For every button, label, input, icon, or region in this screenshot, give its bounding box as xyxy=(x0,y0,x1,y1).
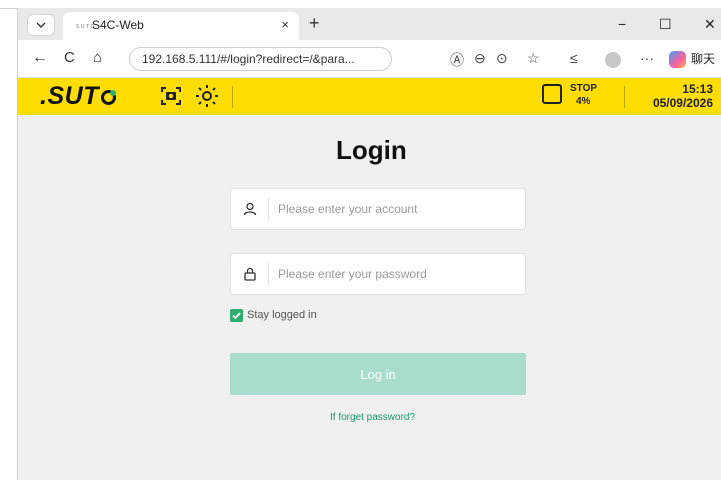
account-input[interactable] xyxy=(278,189,518,229)
header-divider xyxy=(624,86,625,108)
browser-tab-strip: ＳＵＴＯ S4C-Web × + − ☐ ✕ xyxy=(18,8,721,40)
favorites-list-icon[interactable]: ≤ xyxy=(570,50,578,66)
browser-address-bar: ← C ⌂ 192.168.5.111/#/login?redirect=/&p… xyxy=(18,40,721,78)
chevron-down-icon xyxy=(36,22,46,28)
back-button[interactable]: ← xyxy=(32,49,48,67)
password-field xyxy=(230,253,526,295)
user-icon xyxy=(231,189,268,229)
new-tab-button[interactable]: + xyxy=(309,13,320,34)
clock: 15:13 05/09/2026 xyxy=(653,82,713,110)
remember-label[interactable]: Stay logged in xyxy=(247,309,317,321)
account-field xyxy=(230,188,526,230)
app-header: .SUT STOP 4% 15:13 05/09/2026 xyxy=(18,78,721,115)
minimize-button[interactable]: − xyxy=(618,16,626,32)
settings-more-button[interactable]: ··· xyxy=(640,50,654,66)
checkmark-icon xyxy=(232,312,241,320)
clock-time: 15:13 xyxy=(682,82,713,96)
stop-edit-icon[interactable] xyxy=(542,84,562,104)
reload-button[interactable]: C xyxy=(64,49,75,66)
window-close-button[interactable]: ✕ xyxy=(704,16,716,33)
stop-status-label: STOP xyxy=(570,83,598,94)
maximize-button[interactable]: ☐ xyxy=(659,16,672,33)
suto-logo: .SUT xyxy=(40,82,116,111)
favorite-star-icon[interactable]: ☆ xyxy=(527,50,540,67)
zoom-icon[interactable]: ⊖ xyxy=(474,50,486,67)
lock-icon xyxy=(231,254,268,294)
url-text: 192.168.5.111/#/login?redirect=/&para... xyxy=(142,52,355,66)
tab-title: S4C-Web xyxy=(92,18,144,32)
profile-avatar[interactable] xyxy=(605,52,621,68)
page-title: Login xyxy=(336,135,407,165)
more-options-circle-icon[interactable]: ⊙ xyxy=(496,50,508,67)
login-button[interactable]: Log in xyxy=(230,353,526,395)
browser-tab[interactable]: ＳＵＴＯ S4C-Web × xyxy=(63,12,299,40)
screenshot-camera-icon[interactable] xyxy=(160,86,182,106)
tab-close-button[interactable]: × xyxy=(281,17,289,32)
copilot-icon[interactable] xyxy=(669,51,686,68)
copilot-chat-label[interactable]: 聊天 xyxy=(691,50,715,67)
stop-percent: 4% xyxy=(576,96,591,107)
clock-date: 05/09/2026 xyxy=(652,96,713,110)
tab-actions-button[interactable] xyxy=(27,14,55,36)
header-divider xyxy=(232,86,233,108)
home-button[interactable]: ⌂ xyxy=(93,49,102,66)
read-aloud-icon[interactable]: Ⓐ xyxy=(450,50,464,70)
password-input[interactable] xyxy=(278,254,518,294)
brightness-icon[interactable] xyxy=(195,84,219,108)
remember-checkbox[interactable] xyxy=(230,309,243,322)
forgot-password-link[interactable]: If forget password? xyxy=(330,412,415,423)
url-field[interactable]: 192.168.5.111/#/login?redirect=/&para... xyxy=(129,47,392,71)
